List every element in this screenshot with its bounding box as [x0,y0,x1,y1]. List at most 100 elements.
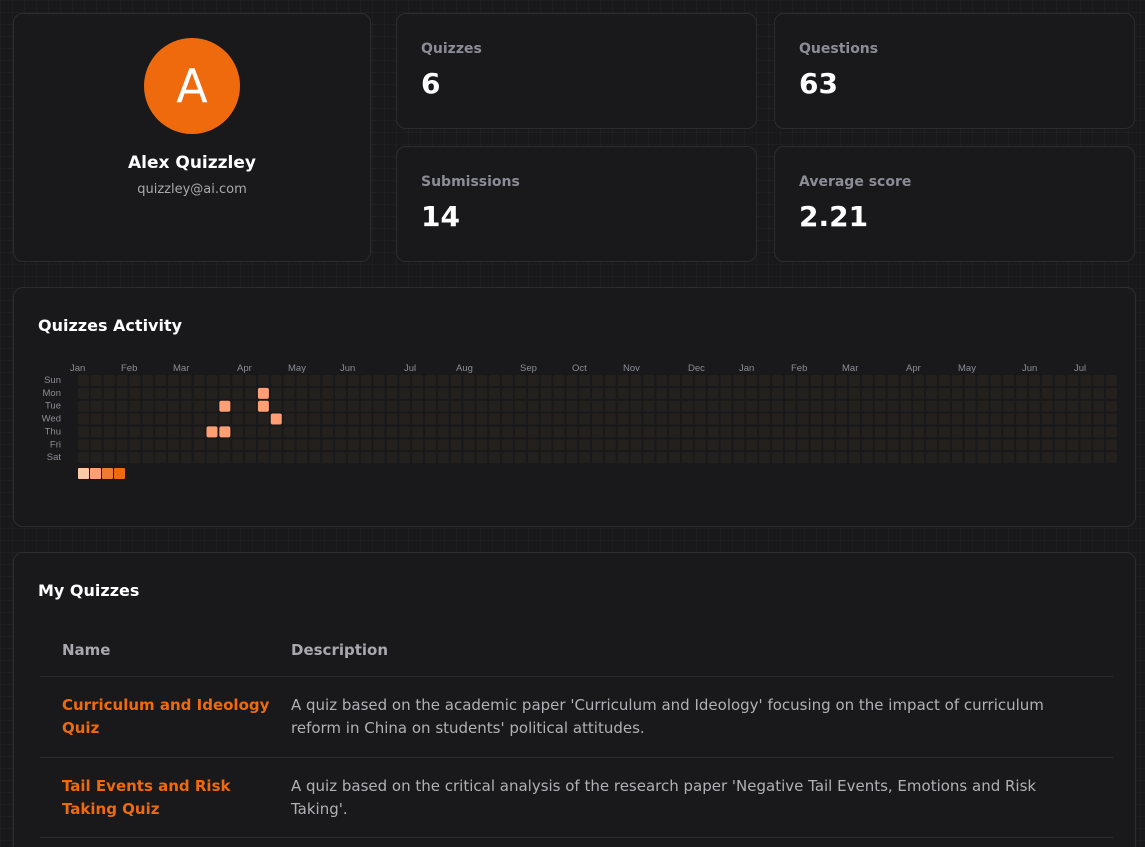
heatmap-month-label: Jun [1022,363,1037,374]
heatmap-cell [424,426,436,438]
heatmap-cell [964,426,976,438]
heatmap-cell [1080,375,1092,386]
heatmap-cell [463,375,475,386]
heatmap-active-cell[interactable] [219,400,231,412]
heatmap-cell [1041,426,1053,438]
heatmap-cell [566,375,578,386]
heatmap-cell [527,452,539,464]
heatmap-cell [129,387,141,399]
heatmap-cell [155,452,167,464]
heatmap-cell [103,413,115,425]
heatmap-cell [797,452,809,464]
heatmap-cell [1093,439,1105,451]
heatmap-cell [1106,426,1117,438]
heatmap-cell [836,387,848,399]
heatmap-cell [270,375,282,386]
heatmap-cell [926,439,938,451]
stat-card-average-score: Average score 2.21 [774,146,1135,262]
heatmap-cell [604,387,616,399]
heatmap-cell [424,400,436,412]
heatmap-cell [270,400,282,412]
heatmap-cell [784,413,796,425]
heatmap-cell [849,426,860,438]
heatmap-cell [142,426,154,438]
heatmap-cell [489,400,501,412]
heatmap-cell [116,400,128,412]
heatmap-cell [283,387,295,399]
table-row: Tail Events and Risk Taking Quiz A quiz … [40,758,1113,838]
heatmap-cell [450,439,462,451]
heatmap-cell [694,452,706,464]
heatmap-cell [926,387,938,399]
heatmap-cell [437,400,449,412]
heatmap-cell [386,413,398,425]
heatmap-cell [309,375,321,386]
heatmap-cell [900,413,912,425]
heatmap-cell [849,400,860,412]
heatmap-cell [489,375,501,386]
heatmap-cell [617,400,629,412]
heatmap-cell [180,375,192,386]
heatmap-cell [553,413,565,425]
heatmap-cell [347,413,359,425]
heatmap-cell [502,452,514,464]
heatmap-cell [913,452,925,464]
heatmap-cell [476,375,488,386]
stat-value: 14 [421,200,460,233]
table-header: Name Description [40,631,1113,677]
heatmap-cell [257,426,269,438]
heatmap-active-cell[interactable] [257,400,269,412]
heatmap-cell [90,413,102,425]
heatmap-cell [630,452,642,464]
heatmap-cell [913,439,925,451]
heatmap-active-cell[interactable] [270,413,282,425]
heatmap-cell [1003,452,1015,464]
profile-card: A Alex Quizzley quizzley@ai.com [13,13,371,262]
heatmap-cell [579,387,591,399]
heatmap-cell [784,439,796,451]
heatmap-cell [257,375,269,386]
heatmap-month-label: Sep [520,363,537,374]
quiz-name-link[interactable]: Curriculum and Ideology Quiz [62,696,269,737]
heatmap-cell [424,439,436,451]
heatmap-active-cell[interactable] [257,387,269,399]
heatmap-cell [412,452,424,464]
heatmap-cell [245,375,257,386]
heatmap-cell [167,413,179,425]
heatmap-cell [617,387,629,399]
heatmap-cell [399,400,411,412]
heatmap-cell [990,439,1002,451]
heatmap-cell [1080,439,1092,451]
heatmap-active-cell[interactable] [206,426,218,438]
heatmap-cell [1003,400,1015,412]
heatmap-cell [938,426,950,438]
heatmap-cell [707,400,719,412]
heatmap-cell [823,413,835,425]
heatmap-cell [579,413,591,425]
heatmap-cell [1054,400,1066,412]
heatmap-active-cell[interactable] [219,426,231,438]
heatmap-cell [206,439,218,451]
heatmap-cell [296,439,308,451]
heatmap-cell [604,452,616,464]
heatmap-cell [335,452,346,464]
heatmap-cell [463,413,475,425]
heatmap-cell [592,375,603,386]
heatmap-cell [527,439,539,451]
heatmap-cell [887,426,899,438]
heatmap-cell [270,426,282,438]
heatmap-cell [1016,413,1028,425]
heatmap-cell [1080,426,1092,438]
heatmap-cell [347,375,359,386]
heatmap-cell [206,400,218,412]
heatmap-cell [964,375,976,386]
heatmap-cell [1016,439,1028,451]
profile-email: quizzley@ai.com [137,182,247,197]
heatmap-cell [887,439,899,451]
heatmap-cell [514,400,526,412]
heatmap-cell [399,452,411,464]
quiz-name-link[interactable]: Tail Events and Risk Taking Quiz [62,777,230,818]
heatmap-cell [630,375,642,386]
heatmap-cell [245,400,257,412]
heatmap-cell [630,413,642,425]
